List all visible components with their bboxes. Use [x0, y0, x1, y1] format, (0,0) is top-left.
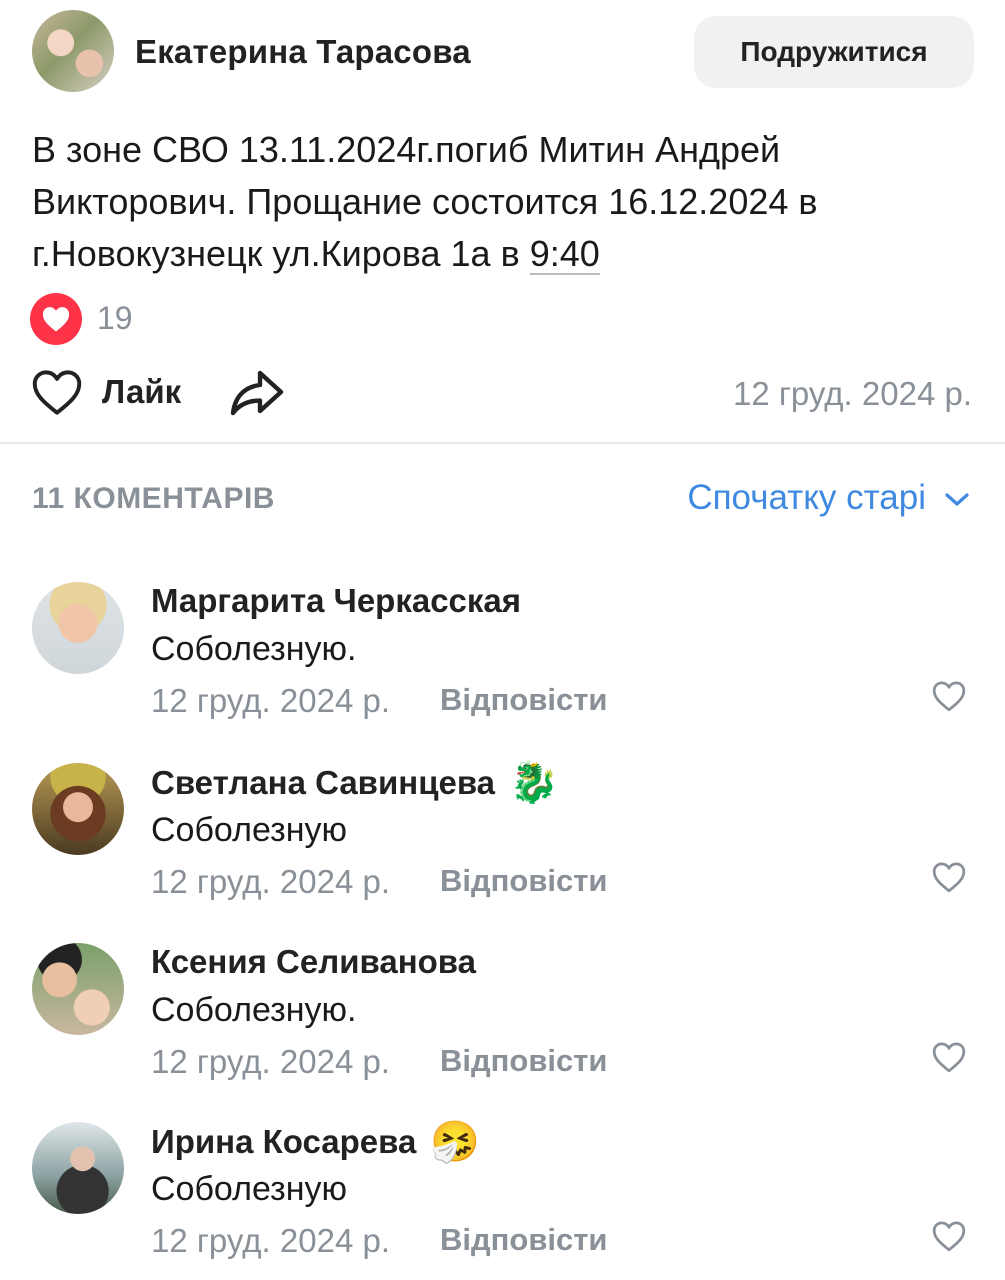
post-text-body: В зоне СВО 13.11.2024г.погиб Митин Андре… [32, 129, 818, 274]
author-name[interactable]: Екатерина Тарасова [135, 33, 471, 71]
comment-like-button[interactable] [931, 861, 967, 898]
comment-date: 12 груд. 2024 р. [151, 863, 390, 900]
comment-item: Светлана Савинцева 🐉 Соболезную 12 груд. … [0, 763, 1005, 933]
author-avatar[interactable] [32, 10, 114, 92]
comment-date: 12 груд. 2024 р. [151, 1222, 390, 1259]
like-label: Лайк [102, 373, 182, 410]
comment-like-button[interactable] [931, 1041, 967, 1078]
post-header: Екатерина Тарасова Подружитися [0, 0, 1005, 105]
commenter-avatar[interactable] [32, 943, 124, 1035]
heart-outline-icon [932, 681, 966, 712]
share-button[interactable] [228, 368, 286, 423]
sort-label: Спочатку старі [687, 478, 926, 517]
heart-outline-icon [932, 862, 966, 893]
comment-author[interactable]: Светлана Савинцева 🐉 [151, 763, 559, 803]
comment-date: 12 груд. 2024 р. [151, 1043, 390, 1080]
post-date: 12 груд. 2024 р. [733, 375, 972, 412]
heart-icon [42, 307, 70, 332]
post-page: Екатерина Тарасова Подружитися В зоне СВ… [0, 0, 1005, 1280]
reaction-count[interactable]: 19 [97, 300, 133, 337]
comment-author-name: Ксения Селиванова [151, 943, 476, 980]
comment-author-name: Светлана Савинцева [151, 764, 496, 801]
comment-text: Соболезную [151, 1170, 347, 1208]
heart-outline-icon [932, 1042, 966, 1073]
comment-text: Соболезную [151, 811, 347, 849]
comment-like-button[interactable] [931, 680, 967, 717]
chevron-down-icon [945, 493, 969, 506]
comment-text: Соболезную. [151, 630, 357, 668]
comment-item: Ксения Селиванова Соболезную. 12 груд. 2… [0, 943, 1005, 1113]
like-button[interactable]: Лайк [30, 368, 181, 416]
reply-button[interactable]: Відповісти [440, 1043, 608, 1079]
comment-author-name: Маргарита Черкасская [151, 582, 522, 619]
comment-like-button[interactable] [931, 1220, 967, 1257]
share-icon [230, 370, 284, 416]
reply-button[interactable]: Відповісти [440, 682, 608, 718]
comment-date: 12 груд. 2024 р. [151, 682, 390, 719]
post-time-link[interactable]: 9:40 [530, 233, 600, 274]
commenter-avatar[interactable] [32, 763, 124, 855]
comment-item: Ирина Косарева 🤧 Соболезную 12 груд. 2024… [0, 1122, 1005, 1280]
post-text: В зоне СВО 13.11.2024г.погиб Митин Андре… [32, 124, 972, 280]
comments-count: 11 КОМЕНТАРІВ [32, 482, 275, 515]
heart-outline-icon [932, 1221, 966, 1252]
reaction-heart-badge[interactable] [30, 293, 82, 345]
comment-text: Соболезную. [151, 991, 357, 1029]
divider [0, 442, 1005, 444]
commenter-avatar[interactable] [32, 582, 124, 674]
dragon-emoji-icon: 🐉 [509, 761, 559, 805]
comment-author-name: Ирина Косарева [151, 1123, 417, 1160]
heart-outline-icon [32, 370, 82, 415]
sort-dropdown[interactable]: Спочатку старі [687, 478, 970, 518]
reply-button[interactable]: Відповісти [440, 863, 608, 899]
comment-item: Маргарита Черкасская Соболезную. 12 груд… [0, 582, 1005, 752]
comment-author[interactable]: Ксения Селиванова [151, 943, 476, 981]
comment-author[interactable]: Маргарита Черкасская [151, 582, 521, 620]
sneezing-face-emoji-icon: 🤧 [430, 1120, 481, 1164]
commenter-avatar[interactable] [32, 1122, 124, 1214]
reply-button[interactable]: Відповісти [440, 1222, 608, 1258]
comment-author[interactable]: Ирина Косарева 🤧 [151, 1122, 480, 1162]
add-friend-button[interactable]: Подружитися [694, 16, 974, 88]
